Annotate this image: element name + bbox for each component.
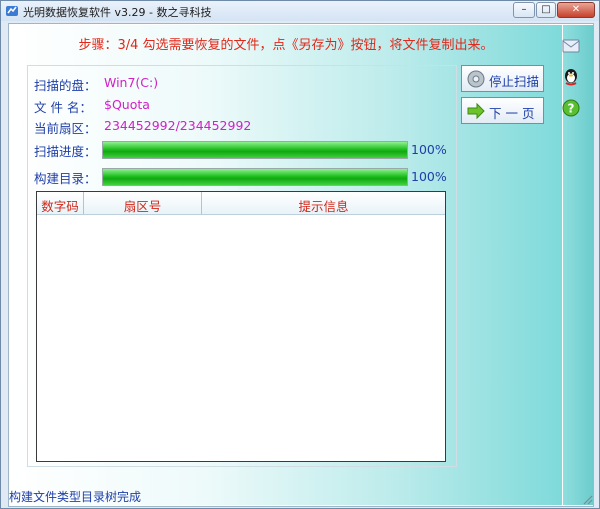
filename-row: 文 件 名： $Quota bbox=[34, 97, 150, 116]
sector-label: 当前扇区： bbox=[34, 121, 97, 136]
filename-label: 文 件 名： bbox=[34, 100, 92, 115]
sector-row: 当前扇区： 234452992/234452992 bbox=[34, 118, 251, 137]
column-header-sector[interactable]: 扇区号 bbox=[84, 196, 201, 215]
build-progress-row: 构建目录： 100% bbox=[34, 168, 447, 187]
mail-icon[interactable] bbox=[561, 36, 581, 56]
scan-progress-row: 扫描进度： 100% bbox=[34, 141, 447, 160]
main-panel: 步骤：3/4 勾选需要恢复的文件，点《另存为》按钮，将文件复制出来。 扫描的盘：… bbox=[10, 25, 562, 505]
client-area: 步骤：3/4 勾选需要恢复的文件，点《另存为》按钮，将文件复制出来。 扫描的盘：… bbox=[8, 23, 594, 507]
disk-value: Win7(C:) bbox=[104, 75, 159, 90]
stop-scan-label: 停止扫描 bbox=[489, 74, 540, 89]
right-arrow-icon bbox=[467, 102, 485, 120]
build-progress-fill bbox=[103, 169, 407, 185]
close-button[interactable]: ✕ bbox=[557, 2, 595, 18]
right-toolbar bbox=[563, 25, 593, 505]
next-page-label: 下 一 页 bbox=[489, 106, 535, 121]
app-window: 光明数据恢复软件 v3.29 - 数之寻科技 – □ ✕ 步骤：3/4 勾选需要… bbox=[0, 0, 600, 509]
build-progress-bar bbox=[102, 168, 408, 186]
status-bar-text: 构建文件类型目录树完成 bbox=[9, 490, 142, 504]
disk-icon bbox=[467, 70, 485, 88]
scan-progress-label: 扫描进度： bbox=[34, 144, 97, 159]
build-progress-percent: 100% bbox=[411, 169, 447, 184]
window-title: 光明数据恢复软件 v3.29 - 数之寻科技 bbox=[23, 6, 212, 19]
column-header-code[interactable]: 数字码 bbox=[37, 196, 83, 215]
scan-progress-percent: 100% bbox=[411, 142, 447, 157]
scan-progress-fill bbox=[103, 142, 407, 158]
column-header-info[interactable]: 提示信息 bbox=[202, 196, 445, 215]
next-page-button[interactable]: 下 一 页 bbox=[461, 97, 544, 124]
title-bar[interactable]: 光明数据恢复软件 v3.29 - 数之寻科技 – □ ✕ bbox=[1, 1, 599, 21]
sector-value: 234452992/234452992 bbox=[104, 118, 252, 133]
svg-text:?: ? bbox=[568, 102, 575, 116]
table-header: 数字码 扇区号 提示信息 bbox=[37, 192, 445, 215]
stop-scan-button[interactable]: 停止扫描 bbox=[461, 65, 544, 92]
help-icon[interactable]: ? bbox=[561, 98, 581, 118]
resize-grip-icon[interactable] bbox=[581, 493, 593, 505]
minimize-button[interactable]: – bbox=[513, 2, 535, 18]
maximize-button[interactable]: □ bbox=[536, 2, 556, 18]
qq-penguin-icon[interactable] bbox=[561, 67, 581, 87]
filename-value: $Quota bbox=[104, 97, 150, 112]
results-table[interactable]: 数字码 扇区号 提示信息 bbox=[36, 191, 446, 462]
step-instruction: 步骤：3/4 勾选需要恢复的文件，点《另存为》按钮，将文件复制出来。 bbox=[78, 38, 494, 53]
scan-progress-bar bbox=[102, 141, 408, 159]
disk-label: 扫描的盘： bbox=[34, 78, 97, 93]
disk-row: 扫描的盘： Win7(C:) bbox=[34, 75, 158, 94]
app-logo-icon bbox=[6, 6, 18, 16]
build-progress-label: 构建目录： bbox=[34, 171, 97, 186]
